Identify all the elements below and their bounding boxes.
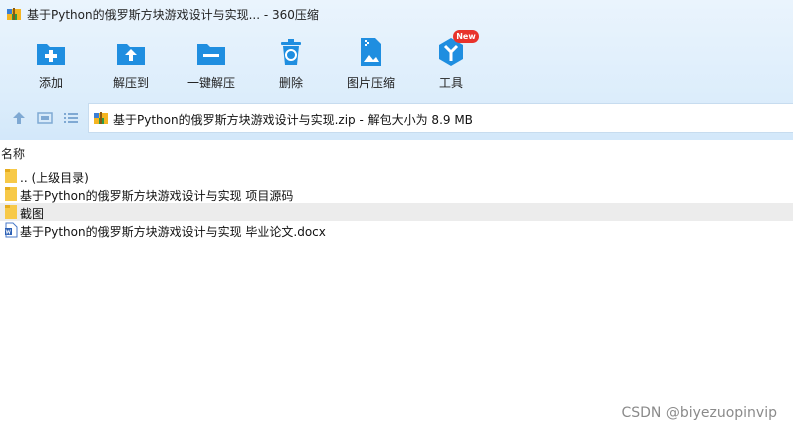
column-header-name[interactable]: 名称 (1, 145, 25, 162)
folder-icon (5, 205, 17, 219)
header-area: 基于Python的俄罗斯方块游戏设计与实现... - 360压缩 添加 解压到 (0, 0, 793, 140)
word-document-icon (5, 222, 18, 238)
watermark: CSDN @biyezuopinvip (621, 405, 777, 421)
toolbar: 添加 解压到 一键解压 删除 图片压缩 工具 (0, 30, 793, 96)
image-compress-button[interactable]: 图片压缩 (331, 30, 411, 96)
delete-icon (281, 39, 301, 65)
extract-to-icon (117, 44, 145, 65)
path-bar[interactable]: 基于Python的俄罗斯方块游戏设计与实现.zip - 解包大小为 8.9 MB (88, 103, 793, 133)
thumbnail-view-icon[interactable] (36, 109, 54, 127)
delete-button[interactable]: 删除 (251, 30, 331, 96)
extract-to-label: 解压到 (112, 76, 149, 90)
one-click-extract-button[interactable]: 一键解压 (171, 30, 251, 96)
image-compress-label: 图片压缩 (346, 76, 395, 90)
archive-icon (94, 112, 108, 124)
list-item[interactable]: 基于Python的俄罗斯方块游戏设计与实现 毕业论文.docx (0, 221, 793, 239)
file-name: .. (上级目录) (20, 171, 89, 185)
list-header: 名称 (0, 140, 793, 164)
title-bar: 基于Python的俄罗斯方块游戏设计与实现... - 360压缩 (0, 0, 793, 28)
path-text: 基于Python的俄罗斯方块游戏设计与实现.zip - 解包大小为 8.9 MB (113, 113, 473, 127)
file-name: 截图 (20, 207, 45, 221)
up-arrow-icon[interactable] (10, 109, 28, 127)
list-item[interactable]: 截图 (0, 203, 793, 221)
folder-icon (5, 169, 17, 183)
list-view-icon[interactable] (62, 109, 80, 127)
tools-label: 工具 (438, 76, 463, 90)
extract-to-button[interactable]: 解压到 (91, 30, 171, 96)
file-name: 基于Python的俄罗斯方块游戏设计与实现 项目源码 (20, 189, 294, 203)
list-item[interactable]: 基于Python的俄罗斯方块游戏设计与实现 项目源码 (0, 185, 793, 203)
add-button[interactable]: 添加 (11, 30, 91, 96)
delete-label: 删除 (278, 76, 303, 90)
one-click-extract-icon (197, 44, 225, 65)
new-badge: New (453, 30, 479, 43)
archive-app-icon (7, 8, 21, 20)
folder-icon (5, 187, 17, 201)
add-label: 添加 (38, 76, 63, 90)
file-name: 基于Python的俄罗斯方块游戏设计与实现 毕业论文.docx (20, 225, 326, 239)
list-item[interactable]: .. (上级目录) (0, 167, 793, 185)
image-compress-icon (361, 38, 381, 66)
one-click-extract-label: 一键解压 (186, 76, 235, 90)
add-icon (37, 44, 65, 65)
app-window: 基于Python的俄罗斯方块游戏设计与实现... - 360压缩 添加 解压到 (0, 0, 793, 434)
window-title: 基于Python的俄罗斯方块游戏设计与实现... - 360压缩 (27, 8, 319, 22)
tools-button[interactable]: 工具 (411, 30, 491, 96)
